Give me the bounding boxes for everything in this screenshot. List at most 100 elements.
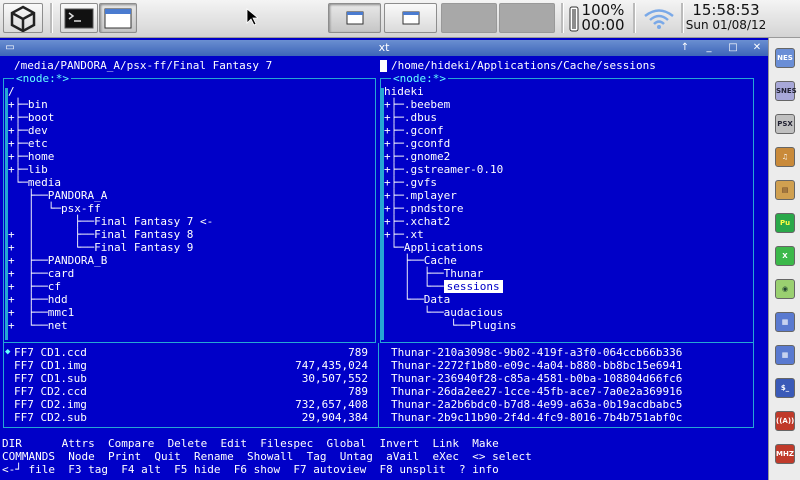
tree-row[interactable]: +├─.xchat2 xyxy=(384,215,450,228)
mhz-icon[interactable]: MHZ xyxy=(775,444,795,464)
workspace-4[interactable] xyxy=(499,3,555,33)
app-menu-button[interactable] xyxy=(3,3,43,33)
tree-node-name[interactable]: card xyxy=(48,267,75,280)
tree-row[interactable]: ├──Cache xyxy=(384,254,457,267)
restore-button[interactable]: _ xyxy=(702,42,716,54)
file-row[interactable]: Thunar-2272f1b80-e09c-4a04-b880-bb8bc15e… xyxy=(391,359,682,372)
file-row[interactable]: Thunar-2a2b6bdc0-b7d8-4e99-a63a-0b19acdb… xyxy=(391,398,682,411)
tree-node-name[interactable]: Cache xyxy=(424,254,457,267)
tree-row[interactable]: +├─bin xyxy=(8,98,48,111)
tree-node-name[interactable]: Final Fantasy 7 xyxy=(94,215,193,228)
maximize-button[interactable]: □ xyxy=(726,42,740,54)
wifi-icon[interactable] xyxy=(642,7,676,31)
tree-node-name[interactable]: .pndstore xyxy=(404,202,464,215)
tree-row[interactable]: +├─.gnome2 xyxy=(384,150,450,163)
tree-node-name[interactable]: .dbus xyxy=(404,111,437,124)
tree-row[interactable]: +├─boot xyxy=(8,111,54,124)
putty-icon[interactable]: Pu xyxy=(775,213,795,233)
tree-row[interactable]: +├─lib xyxy=(8,163,48,176)
tree-row[interactable]: ├──PANDORA_A xyxy=(8,189,108,202)
tree-row[interactable]: +├─dev xyxy=(8,124,48,137)
tree-row[interactable]: / xyxy=(8,85,15,98)
tree-row[interactable]: +├─.gvfs xyxy=(384,176,437,189)
globe-icon[interactable]: ◉ xyxy=(775,279,795,299)
window-titlebar[interactable]: ▭ xt ↑ _ □ ✕ xyxy=(0,40,768,56)
file-row[interactable]: FF7 CD1.ccd 789 xyxy=(14,346,368,359)
tree-row[interactable]: │ └── sessions xyxy=(384,280,503,293)
tree-node-name[interactable]: PANDORA_B xyxy=(48,254,108,267)
tree-node-name[interactable]: bin xyxy=(28,98,48,111)
window-launcher-button[interactable] xyxy=(99,3,137,33)
nes-icon[interactable]: NES xyxy=(775,48,795,68)
file-row[interactable]: FF7 CD1.img 747,435,024 xyxy=(14,359,368,372)
workspace-3[interactable] xyxy=(441,3,497,33)
tree-node-name[interactable]: Applications xyxy=(404,241,483,254)
tree-row[interactable]: └──audacious xyxy=(384,306,503,319)
xchat-icon[interactable]: X xyxy=(775,246,795,266)
tree-row[interactable]: +├─etc xyxy=(8,137,48,150)
tree-node-name[interactable]: mmc1 xyxy=(48,306,75,319)
task-button-1[interactable] xyxy=(328,3,381,33)
tree-row[interactable]: +├─.xt xyxy=(384,228,424,241)
tree-row[interactable]: └──Plugins xyxy=(384,319,516,332)
task-button-2[interactable] xyxy=(384,3,437,33)
tree-row[interactable]: hideki xyxy=(384,85,424,98)
close-button[interactable]: ✕ xyxy=(750,42,764,54)
tree-node-name[interactable]: .xchat2 xyxy=(404,215,450,228)
tree-node-name[interactable]: net xyxy=(48,319,68,332)
tree-node-name[interactable]: PANDORA_A xyxy=(48,189,108,202)
file-row[interactable]: Thunar-210a3098c-9b02-419f-a3f0-064ccb66… xyxy=(391,346,682,359)
tree-node-name[interactable]: cf xyxy=(48,280,61,293)
file-row[interactable]: Thunar-236940f28-c85a-4581-b0ba-108804d6… xyxy=(391,372,682,385)
tree-row[interactable]: └──Data xyxy=(384,293,450,306)
tree-row[interactable]: + ├──card xyxy=(8,267,74,280)
snes-icon[interactable]: SNES xyxy=(775,81,797,101)
file-row[interactable]: FF7 CD2.ccd 789 xyxy=(14,385,368,398)
tree-node-name[interactable]: .gvfs xyxy=(404,176,437,189)
terminal-launcher-button[interactable] xyxy=(60,3,98,33)
tree-node-name[interactable]: dev xyxy=(28,124,48,137)
tree-node-name[interactable]: .gnome2 xyxy=(404,150,450,163)
tree-node-name[interactable]: sessions xyxy=(443,280,503,293)
tree-node-name[interactable]: Data xyxy=(424,293,451,306)
tree-row[interactable]: │ ├──Final Fantasy 7 <- xyxy=(8,215,213,228)
terminal-icon[interactable]: $_ xyxy=(775,378,795,398)
file-row[interactable]: FF7 CD1.sub 30,507,552 xyxy=(14,372,368,385)
tree-row[interactable]: + ├──PANDORA_B xyxy=(8,254,107,267)
tree-node-name[interactable]: audacious xyxy=(444,306,504,319)
minimize-button[interactable]: ↑ xyxy=(678,42,692,54)
tree-row[interactable]: └─Applications xyxy=(384,241,484,254)
file-row[interactable]: Thunar-2b9c11b90-2f4d-4fc9-8016-7b4b751a… xyxy=(391,411,682,424)
tree-node-name[interactable]: home xyxy=(28,150,55,163)
tree-node-name[interactable]: hideki xyxy=(384,85,424,98)
tree-row[interactable]: + └──net xyxy=(8,319,68,332)
tree-row[interactable]: +├─.gstreamer-0.10 xyxy=(384,163,503,176)
tree-node-name[interactable]: Thunar xyxy=(444,267,484,280)
tree-node-name[interactable]: media xyxy=(28,176,61,189)
window-icon[interactable]: ▦ xyxy=(775,312,795,332)
tree-row[interactable]: +├─.gconfd xyxy=(384,137,450,150)
tree-node-name[interactable]: .mplayer xyxy=(404,189,457,202)
window2-icon[interactable]: ▦ xyxy=(775,345,795,365)
tree-row[interactable]: + │ └──Final Fantasy 9 xyxy=(8,241,193,254)
file-row[interactable]: FF7 CD2.img 732,657,408 xyxy=(14,398,368,411)
tree-row[interactable]: +├─.beebem xyxy=(384,98,450,111)
tree-node-name[interactable]: Plugins xyxy=(470,319,516,332)
tree-row[interactable]: +├─home xyxy=(8,150,54,163)
tree-node-name[interactable]: Final Fantasy 9 xyxy=(94,241,193,254)
tree-row[interactable]: +├─.gconf xyxy=(384,124,444,137)
music-icon[interactable]: ♫ xyxy=(775,147,795,167)
tree-row[interactable]: │ ├──Thunar xyxy=(384,267,484,280)
tree-node-name[interactable]: .gstreamer-0.10 xyxy=(404,163,503,176)
tree-node-name[interactable]: hdd xyxy=(48,293,68,306)
tree-row[interactable]: +├─.pndstore xyxy=(384,202,463,215)
tree-node-name[interactable]: .beebem xyxy=(404,98,450,111)
tree-row[interactable]: + │ ├──Final Fantasy 8 xyxy=(8,228,193,241)
tree-row[interactable]: + ├──cf xyxy=(8,280,61,293)
film-icon[interactable]: ▤ xyxy=(775,180,795,200)
psx-icon[interactable]: PSX xyxy=(775,114,795,134)
tree-node-name[interactable]: boot xyxy=(28,111,55,124)
tree-node-name[interactable]: .gconfd xyxy=(404,137,450,150)
tree-node-name[interactable]: Final Fantasy 8 xyxy=(94,228,193,241)
tree-node-name[interactable]: .gconf xyxy=(404,124,444,137)
